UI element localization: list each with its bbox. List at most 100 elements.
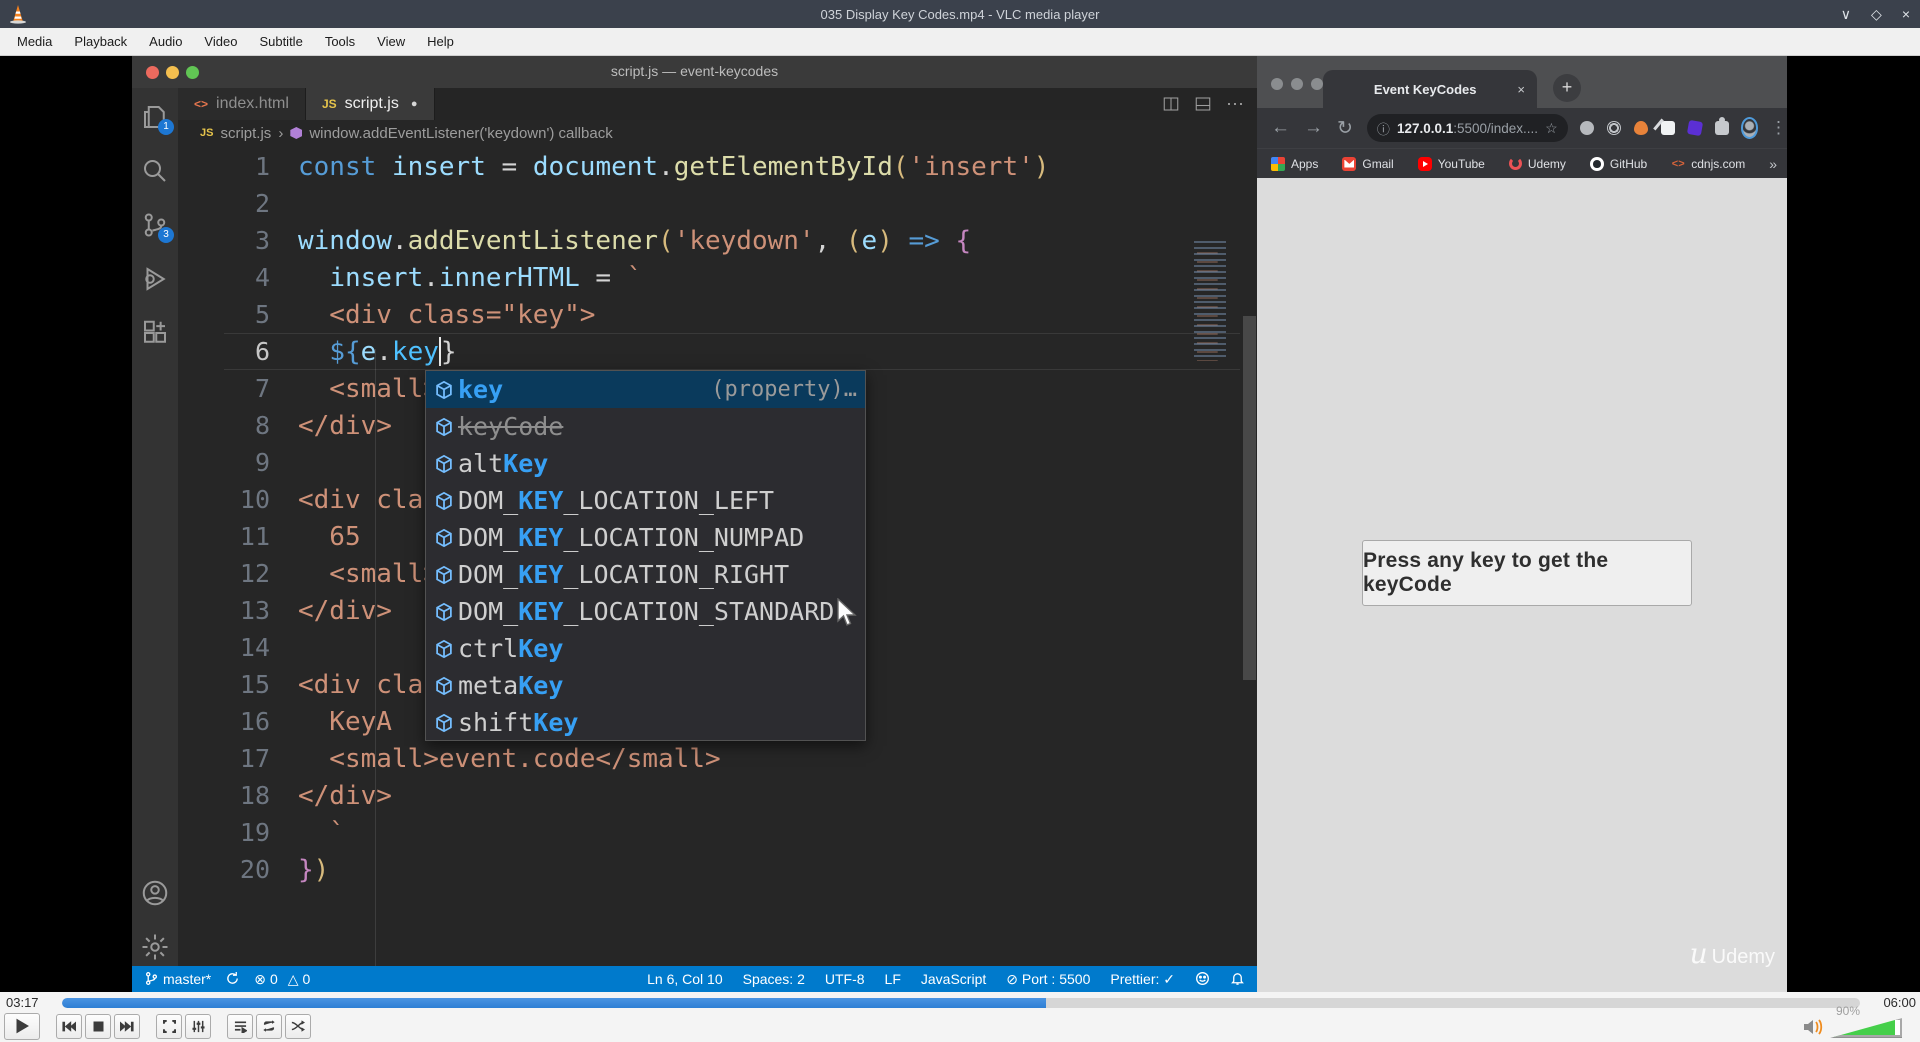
status-utf-8[interactable]: UTF-8	[825, 971, 865, 987]
extension-purple-icon[interactable]	[1686, 119, 1703, 137]
status-port-5500[interactable]: ⊘ Port : 5500	[1006, 971, 1090, 988]
extension-editor-icon[interactable]	[1660, 121, 1675, 135]
suggestion-key[interactable]: key (property)…	[426, 371, 865, 408]
bookmark-github[interactable]: GitHub	[1589, 156, 1647, 171]
suggestion-shiftKey[interactable]: shiftKey	[426, 704, 865, 741]
status-spaces-2[interactable]: Spaces: 2	[743, 971, 805, 987]
shuffle-button[interactable]	[285, 1013, 311, 1039]
extended-settings-button[interactable]	[185, 1013, 211, 1039]
minimize-button[interactable]: ∨	[1841, 6, 1851, 23]
url-text[interactable]: 127.0.0.1:5500/index....	[1397, 121, 1538, 136]
line-number: 3	[254, 226, 270, 255]
suggestion-label: key	[458, 375, 504, 404]
search-icon[interactable]	[140, 156, 170, 186]
forward-icon[interactable]: →	[1304, 117, 1323, 139]
minimap[interactable]	[1194, 241, 1240, 361]
status-prettier-[interactable]: Prettier: ✓	[1110, 971, 1175, 988]
breadcrumb-file[interactable]: script.js	[220, 125, 271, 142]
menu-help[interactable]: Help	[416, 34, 465, 49]
seek-bar[interactable]	[62, 998, 1860, 1008]
suggestion-altKey[interactable]: altKey	[426, 445, 865, 482]
breadcrumb[interactable]: JS script.js › window.addEventListener('…	[178, 120, 1257, 146]
more-actions-icon[interactable]: ⋯	[1226, 94, 1245, 115]
property-icon	[430, 563, 458, 587]
code-text: const insert = document.getElementById('…	[298, 151, 1050, 182]
menu-subtitle[interactable]: Subtitle	[248, 34, 313, 49]
editor-tab-index-html[interactable]: <> index.html	[178, 88, 306, 120]
volume-slider[interactable]	[1830, 1018, 1902, 1038]
line-number: 19	[239, 818, 270, 847]
settings-gear-icon[interactable]	[140, 932, 170, 962]
account-icon[interactable]	[140, 878, 170, 908]
suggestion-metaKey[interactable]: metaKey	[426, 667, 865, 704]
toggle-panel-icon[interactable]	[1194, 95, 1212, 113]
previous-button[interactable]	[56, 1013, 82, 1039]
tab-close-icon[interactable]: ×	[1517, 82, 1525, 97]
play-button[interactable]	[4, 1012, 40, 1040]
suggestion-DOM_KEY_LOCATION_RIGHT[interactable]: DOM_KEY_LOCATION_RIGHT	[426, 556, 865, 593]
git-branch-status[interactable]: master*	[144, 971, 211, 987]
feedback-icon[interactable]	[1195, 971, 1210, 987]
menu-view[interactable]: View	[366, 34, 416, 49]
reload-icon[interactable]: ↻	[1337, 117, 1353, 140]
extension-orange-icon[interactable]	[1633, 121, 1648, 135]
suggestion-label: metaKey	[458, 671, 564, 700]
close-button[interactable]: ×	[1902, 6, 1910, 22]
autocomplete-dropdown: key (property)… keyCode altKey DOM_KEY_LOCAT…	[425, 370, 866, 741]
suggestion-DOM_KEY_LOCATION_LEFT[interactable]: DOM_KEY_LOCATION_LEFT	[426, 482, 865, 519]
sync-icon[interactable]	[225, 971, 240, 987]
browser-tab[interactable]: Event KeyCodes ×	[1323, 70, 1537, 108]
bookmark-apps[interactable]: Apps	[1271, 156, 1318, 171]
editor-scrollbar[interactable]	[1243, 316, 1256, 680]
browser-menu-icon[interactable]: ⋮	[1770, 118, 1787, 138]
menu-audio[interactable]: Audio	[138, 34, 193, 49]
menu-playback[interactable]: Playback	[63, 34, 138, 49]
bookmark-udemy[interactable]: Udemy	[1508, 157, 1566, 171]
run-debug-icon[interactable]	[140, 264, 170, 294]
source-control-icon[interactable]: 3	[140, 210, 174, 243]
next-button[interactable]	[114, 1013, 140, 1039]
explorer-icon[interactable]: 1	[140, 102, 174, 135]
site-info-icon[interactable]: ⓘ	[1377, 119, 1390, 138]
maximize-button[interactable]: ◇	[1871, 6, 1882, 23]
line-number: 18	[239, 781, 270, 810]
playlist-button[interactable]	[227, 1013, 253, 1039]
suggestion-DOM_KEY_LOCATION_NUMPAD[interactable]: DOM_KEY_LOCATION_NUMPAD	[426, 519, 865, 556]
menu-tools[interactable]: Tools	[314, 34, 366, 49]
bookmark-cdnjs-com[interactable]: <> cdnjs.com	[1671, 157, 1745, 171]
stop-button[interactable]	[85, 1013, 111, 1039]
code-line-20: 20})	[224, 851, 1240, 888]
errors-count: 0	[269, 971, 278, 987]
extensions-puzzle-icon[interactable]	[1714, 117, 1729, 135]
status-lf[interactable]: LF	[885, 971, 901, 987]
address-bar[interactable]: ⓘ 127.0.0.1:5500/index.... ☆	[1366, 114, 1568, 142]
back-icon[interactable]: ←	[1271, 117, 1290, 139]
extension-target-icon[interactable]	[1606, 121, 1621, 135]
menu-media[interactable]: Media	[6, 34, 63, 49]
more-bookmarks-icon[interactable]: »	[1769, 156, 1777, 172]
chrome-titlebar: Event KeyCodes × +	[1257, 56, 1787, 108]
extensions-icon[interactable]	[140, 318, 170, 348]
new-tab-button[interactable]: +	[1553, 74, 1581, 102]
video-canvas[interactable]: script.js — event-keycodes 1 3 <> index.…	[0, 56, 1920, 992]
extension-flower-icon[interactable]	[1579, 121, 1594, 135]
bookmark-youtube[interactable]: YouTube	[1417, 156, 1485, 171]
fullscreen-button[interactable]	[156, 1013, 182, 1039]
bookmark-star-icon[interactable]: ☆	[1545, 120, 1558, 137]
split-editor-icon[interactable]	[1162, 95, 1180, 113]
bookmark-gmail[interactable]: Gmail	[1342, 156, 1394, 171]
menu-video[interactable]: Video	[193, 34, 248, 49]
speaker-icon[interactable]	[1802, 1018, 1826, 1036]
notifications-icon[interactable]	[1230, 971, 1245, 987]
seek-fill	[62, 998, 1046, 1008]
status-ln-6-col-10[interactable]: Ln 6, Col 10	[647, 971, 723, 987]
problems-status[interactable]: ⊗ 0 △ 0	[254, 971, 310, 988]
editor-tab-script-js[interactable]: JS script.js ●	[305, 88, 435, 120]
suggestion-keyCode[interactable]: keyCode	[426, 408, 865, 445]
loop-button[interactable]	[256, 1013, 282, 1039]
breadcrumb-symbol[interactable]: window.addEventListener('keydown') callb…	[309, 125, 612, 142]
suggestion-DOM_KEY_LOCATION_STANDARD[interactable]: DOM_KEY_LOCATION_STANDARD	[426, 593, 865, 630]
status-javascript[interactable]: JavaScript	[921, 971, 986, 987]
suggestion-ctrlKey[interactable]: ctrlKey	[426, 630, 865, 667]
profile-avatar[interactable]	[1740, 117, 1758, 139]
